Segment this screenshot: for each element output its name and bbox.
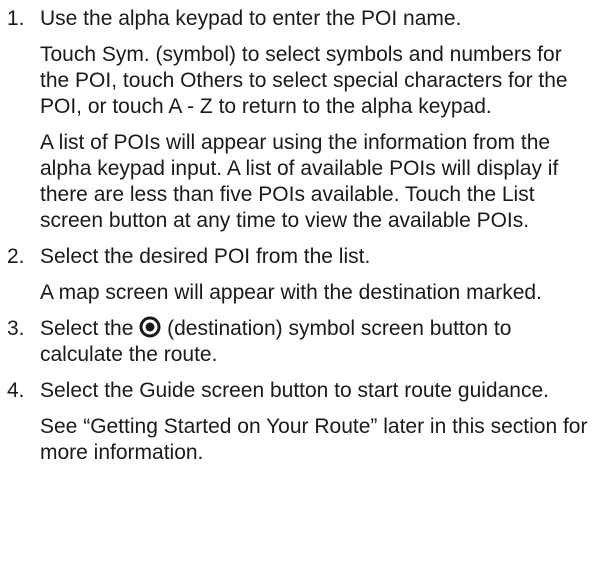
- step-1: 1. Use the alpha keypad to enter the POI…: [0, 6, 589, 234]
- step-number: 4.: [7, 379, 25, 402]
- step-note: See “Getting Started on Your Route” late…: [40, 415, 588, 464]
- step-text: Select the (destination) symbol screen b…: [40, 316, 589, 368]
- destination-icon: [139, 316, 161, 338]
- step-note: A list of POIs will appear using the inf…: [40, 131, 559, 232]
- step-number: 3.: [7, 317, 25, 340]
- step-note: A map screen will appear with the destin…: [40, 281, 542, 304]
- step-3: 3. Select the (destination) symbol scree…: [0, 316, 589, 368]
- instruction-steps: 1. Use the alpha keypad to enter the POI…: [0, 6, 589, 466]
- step-text: Select the Guide screen button to start …: [40, 379, 549, 402]
- step-4: 4. Select the Guide screen button to sta…: [0, 378, 589, 466]
- step-number: 1.: [7, 7, 25, 30]
- step-number: 2.: [7, 245, 25, 268]
- step-text-before-icon: Select the: [40, 317, 134, 340]
- step-note: Touch Sym. (symbol) to select symbols an…: [40, 43, 568, 118]
- manual-page: 1. Use the alpha keypad to enter the POI…: [0, 0, 601, 575]
- step-text: Use the alpha keypad to enter the POI na…: [40, 7, 462, 30]
- step-text: Select the desired POI from the list.: [40, 245, 371, 268]
- step-2: 2. Select the desired POI from the list.…: [0, 244, 589, 306]
